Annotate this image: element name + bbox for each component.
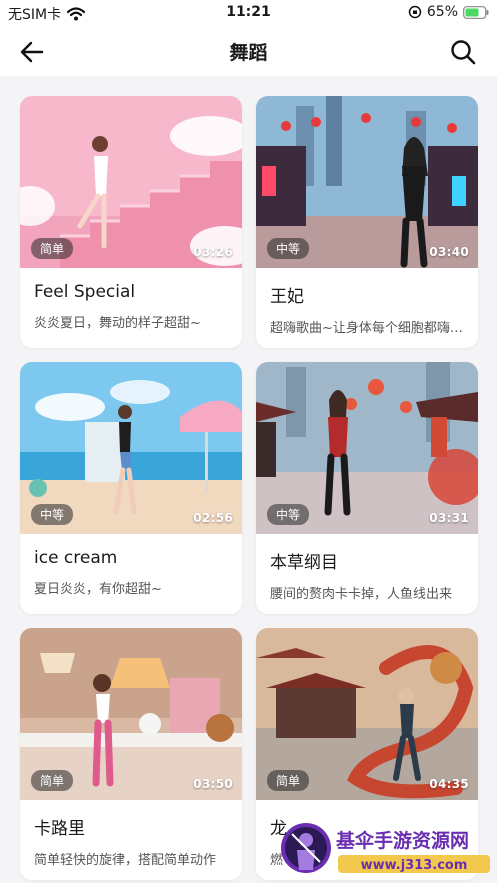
battery-percent: 65% — [426, 4, 458, 20]
duration-label: 04:35 — [429, 777, 469, 791]
dance-thumbnail: 中等 03:40 — [256, 96, 478, 268]
dance-title: ice cream — [34, 548, 118, 568]
dance-thumbnail: 简单 03:50 — [20, 628, 242, 800]
dance-description: 夏日炎炎，有你超甜~ — [34, 582, 162, 597]
watermark-text: 基伞手游资源网 — [335, 829, 469, 852]
duration-label: 03:26 — [193, 245, 233, 259]
search-icon — [451, 40, 476, 65]
difficulty-badge: 简单 — [31, 238, 74, 259]
watermark-logo: 基伞手游资源网 www.j313.com — [281, 823, 490, 873]
page-title: 舞蹈 — [229, 42, 268, 64]
dance-thumbnail: 中等 03:31 — [256, 362, 478, 534]
dance-card[interactable]: 简单 03:50 卡路里 简单轻快的旋律，搭配简单动作 — [20, 628, 242, 880]
nav-bar: 舞蹈 — [0, 26, 497, 76]
dance-thumbnail: 中等 02:56 — [20, 362, 242, 534]
watermark-url: www.j313.com — [361, 858, 468, 873]
status-right: 65% — [408, 4, 489, 20]
dance-thumbnail: 简单 03:26 — [20, 96, 242, 268]
search-button[interactable] — [449, 38, 477, 66]
dance-card[interactable]: 简单 03:26 Feel Special 炎炎夏日，舞动的样子超甜~ — [20, 96, 242, 348]
dance-title: 王妃 — [270, 287, 304, 307]
dance-thumbnail: 简单 04:35 — [256, 628, 478, 800]
difficulty-badge: 简单 — [267, 770, 310, 791]
dance-title: Feel Special — [34, 282, 136, 302]
duration-label: 02:56 — [193, 511, 233, 525]
dance-description: 简单轻快的旋律，搭配简单动作 — [34, 853, 217, 868]
difficulty-badge: 中等 — [31, 504, 74, 525]
dance-title: 本草纲目 — [270, 553, 338, 573]
dance-title: 卡路里 — [34, 819, 85, 839]
difficulty-badge: 中等 — [267, 238, 310, 259]
difficulty-badge: 简单 — [31, 770, 74, 791]
dance-card[interactable]: 中等 03:40 王妃 超嗨歌曲~让身体每个细胞都嗨起来 — [256, 96, 478, 348]
dance-description: 炎炎夏日，舞动的样子超甜~ — [34, 316, 201, 331]
dance-description: 超嗨歌曲~让身体每个细胞都嗨起来 — [270, 321, 476, 336]
site-watermark: 基伞手游资源网 www.j313.com — [268, 814, 497, 883]
duration-label: 03:50 — [193, 777, 233, 791]
duration-label: 03:40 — [429, 245, 469, 259]
dance-list: 简单 03:26 Feel Special 炎炎夏日，舞动的样子超甜~ 中等 0… — [20, 96, 478, 880]
dance-card[interactable]: 中等 03:31 本草纲目 腰间的赘肉卡卡掉，人鱼线出来 — [256, 362, 478, 614]
orientation-lock-icon — [408, 5, 422, 19]
duration-label: 03:31 — [429, 511, 469, 525]
dance-description: 腰间的赘肉卡卡掉，人鱼线出来 — [270, 587, 453, 602]
difficulty-badge: 中等 — [267, 504, 310, 525]
dance-card[interactable]: 中等 02:56 ice cream 夏日炎炎，有你超甜~ — [20, 362, 242, 614]
battery-icon — [463, 5, 489, 19]
status-bar: 无SIM卡 11:21 65% — [0, 0, 497, 26]
